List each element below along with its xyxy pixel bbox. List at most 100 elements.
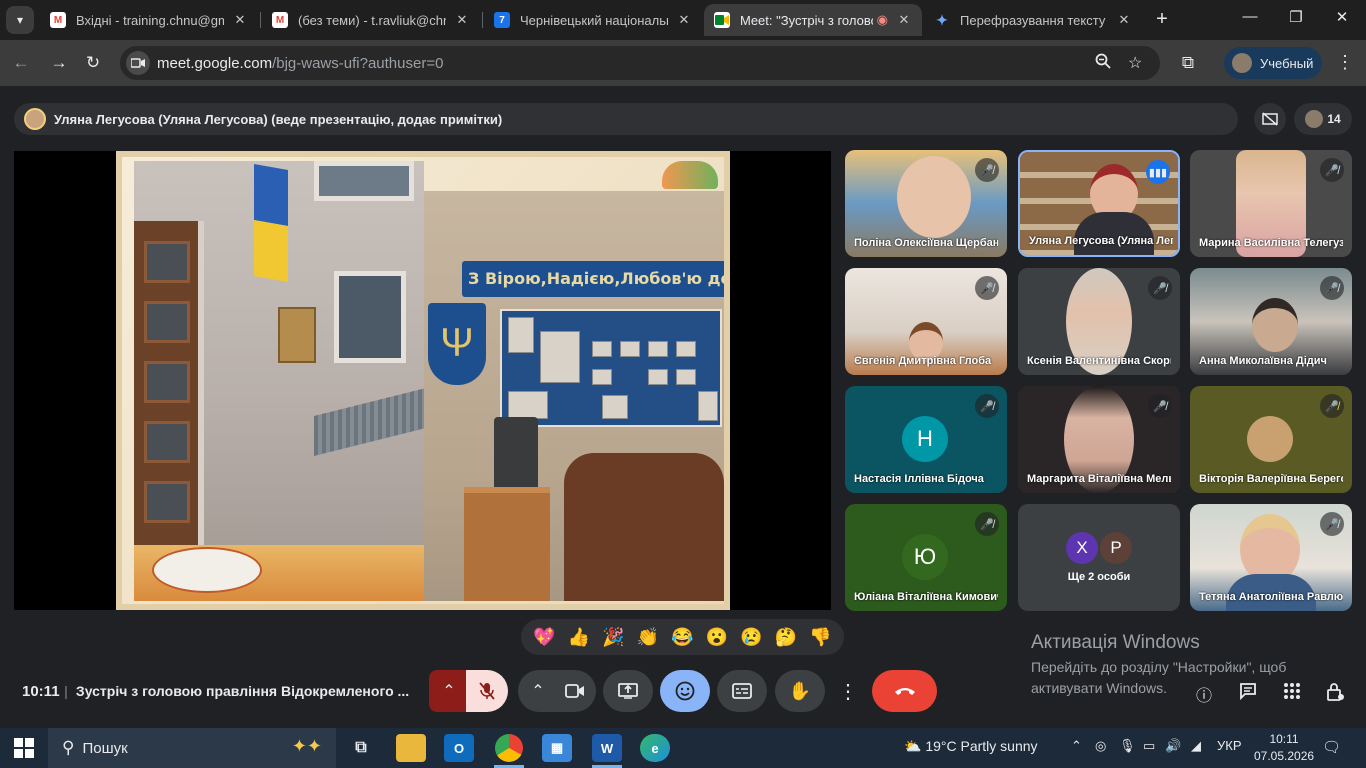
file-explorer-icon[interactable] xyxy=(396,734,426,762)
tab-title: Перефразування тексту пр xyxy=(960,12,1108,28)
chevron-up-icon: ⌃ xyxy=(442,683,456,700)
title-divider: | xyxy=(64,683,68,699)
restore-icon[interactable]: ❐ xyxy=(1284,8,1308,26)
close-tab-icon[interactable]: ✕ xyxy=(676,12,692,28)
reaction-heart-icon[interactable]: 💖 xyxy=(528,627,560,648)
show-hidden-icons-icon[interactable]: ⌃ xyxy=(1071,738,1082,754)
windows-start-icon[interactable] xyxy=(14,738,34,758)
task-view-icon[interactable]: ⧉ xyxy=(346,734,376,762)
camera-toggle-button[interactable] xyxy=(554,670,596,712)
present-screen-button[interactable] xyxy=(603,670,653,712)
reaction-sad-icon[interactable]: 😢 xyxy=(736,627,768,648)
minimize-icon[interactable]: — xyxy=(1238,8,1262,25)
forward-icon[interactable]: → xyxy=(46,50,72,76)
bookmark-star-icon[interactable]: ☆ xyxy=(1128,53,1142,73)
reaction-clap-icon[interactable]: 👏 xyxy=(632,627,664,648)
participants-button[interactable]: 14 xyxy=(1294,103,1352,135)
microphone-toggle-button[interactable] xyxy=(466,670,508,712)
reaction-thumbs-up-icon[interactable]: 👍 xyxy=(563,627,595,648)
door-pane xyxy=(144,241,190,283)
wifi-icon[interactable]: ◢ xyxy=(1191,738,1201,754)
participant-face xyxy=(897,156,971,238)
tab-gmail-message[interactable]: M (без теми) - t.ravliuk@chnu.e ✕ xyxy=(262,4,480,36)
participant-tile[interactable]: 🎤̸ Маргарита Віталіївна Мельник xyxy=(1018,386,1180,493)
close-tab-icon[interactable]: ✕ xyxy=(232,12,248,28)
browser-menu-icon[interactable]: ⋮ xyxy=(1336,52,1354,73)
chrome-icon[interactable] xyxy=(495,734,523,762)
participant-tile[interactable]: 🎤̸ Марина Василівна Телегуз xyxy=(1190,150,1352,257)
tab-meet-active[interactable]: Meet: "Зустріч з головою ◉ ✕ xyxy=(704,4,922,36)
system-date: 07.05.2026 xyxy=(1254,749,1315,763)
participant-tile[interactable]: Н 🎤̸ Настасія Іллівна Бідоча xyxy=(845,386,1007,493)
reaction-surprised-icon[interactable]: 😮 xyxy=(701,627,733,648)
board-photo xyxy=(620,341,640,357)
back-icon[interactable]: ← xyxy=(8,50,34,76)
tab-calendar[interactable]: 7 Чернівецький національний ✕ xyxy=(484,4,702,36)
volume-icon[interactable]: 🔊 xyxy=(1165,738,1181,754)
notifications-icon[interactable]: 🗨 xyxy=(1322,738,1341,756)
emoji-reactions-button[interactable] xyxy=(660,670,710,712)
close-tab-icon[interactable]: ✕ xyxy=(896,12,912,28)
participant-tile[interactable]: 🎤̸ Євгенія Дмитрівна Глоба xyxy=(845,268,1007,375)
participant-tile[interactable]: 🎤̸ Поліна Олексіївна Щербан xyxy=(845,150,1007,257)
raise-hand-button[interactable]: ✋ xyxy=(775,670,825,712)
building-window xyxy=(314,161,414,201)
input-language[interactable]: УКР xyxy=(1217,738,1242,753)
profile-button[interactable]: Учебный xyxy=(1224,47,1322,79)
new-tab-button[interactable]: + xyxy=(1150,8,1174,32)
participant-tile[interactable]: 🎤̸ Вікторія Валеріївна Берегова xyxy=(1190,386,1352,493)
reaction-party-icon[interactable]: 🎉 xyxy=(597,627,629,648)
reaction-laugh-icon[interactable]: 😂 xyxy=(666,627,698,648)
door-pane xyxy=(144,361,190,403)
host-controls-lock-icon[interactable] xyxy=(1323,682,1347,707)
chat-icon[interactable] xyxy=(1236,682,1260,705)
participant-tile[interactable]: Ю 🎤̸ Юліана Віталіївна Кимович xyxy=(845,504,1007,611)
participant-tile[interactable]: 🎤̸ Тетяна Анатоліївна Равлюк xyxy=(1190,504,1352,611)
taskbar-search-box[interactable]: ⚲ Пошук ✦✦ xyxy=(48,728,336,768)
captions-icon xyxy=(732,683,752,699)
board-photo xyxy=(676,369,696,385)
address-bar[interactable]: meet.google.com/bjg-waws-ufi?authuser=0 … xyxy=(120,46,1160,80)
audio-options-button[interactable]: ⌃ xyxy=(429,670,469,712)
door-pane xyxy=(144,301,190,343)
edge-icon[interactable]: e xyxy=(640,734,670,762)
reaction-thinking-icon[interactable]: 🤔 xyxy=(770,627,802,648)
weather-widget[interactable]: ⛅ 19°C Partly sunny xyxy=(904,738,1038,755)
captions-button[interactable] xyxy=(717,670,767,712)
extensions-icon[interactable]: ⧉ xyxy=(1175,50,1201,76)
participant-tile[interactable]: 🎤̸ Ксенія Валентинівна Скорик xyxy=(1018,268,1180,375)
participant-tile[interactable]: 🎤̸ Анна Миколаївна Дідич xyxy=(1190,268,1352,375)
meeting-details-icon[interactable]: ⓘ xyxy=(1192,682,1216,706)
site-info-icon[interactable] xyxy=(126,51,150,75)
mic-muted-icon: 🎤̸ xyxy=(975,276,999,300)
leave-call-button[interactable] xyxy=(872,670,937,712)
more-participants-tile[interactable]: Х Р Ще 2 особи xyxy=(1018,504,1180,611)
photo-board xyxy=(500,309,722,427)
meeting-title[interactable]: | Зустріч з головою правління Відокремлен… xyxy=(64,683,409,699)
video-options-button[interactable]: ⌃ xyxy=(518,670,558,712)
tab-gmail-inbox[interactable]: M Вхідні - training.chnu@gmail ✕ xyxy=(40,4,258,36)
participant-tile-speaking[interactable]: ▮▮▮ Уляна Легусова (Уляна Легусова) xyxy=(1018,150,1180,257)
wooden-cabinet xyxy=(464,487,550,601)
more-options-icon[interactable]: ⋮ xyxy=(832,670,864,712)
reload-icon[interactable]: ↻ xyxy=(80,50,106,76)
activities-grid-icon[interactable] xyxy=(1280,682,1304,705)
system-clock[interactable]: 10:11 07.05.2026 xyxy=(1254,731,1314,765)
tab-search-chevron-icon[interactable]: ▾ xyxy=(6,6,34,34)
hide-presentation-icon[interactable] xyxy=(1254,103,1286,135)
mic-muted-icon: 🎤̸ xyxy=(975,158,999,182)
mic-off-icon xyxy=(479,682,495,700)
outlook-icon[interactable]: O xyxy=(444,734,474,762)
reaction-thumbs-down-icon[interactable]: 👎 xyxy=(805,627,837,648)
participant-count: 14 xyxy=(1327,112,1341,126)
microsoft-store-icon[interactable]: ▦ xyxy=(542,734,572,762)
profile-avatar xyxy=(1232,53,1252,73)
door-pane xyxy=(144,421,190,463)
battery-icon[interactable]: ▭ xyxy=(1143,738,1155,754)
close-tab-icon[interactable]: ✕ xyxy=(1116,12,1132,28)
zoom-icon[interactable] xyxy=(1095,53,1111,74)
close-tab-icon[interactable]: ✕ xyxy=(454,12,470,28)
close-window-icon[interactable]: ✕ xyxy=(1330,8,1354,26)
tab-gemini[interactable]: ✦ Перефразування тексту пр ✕ xyxy=(924,4,1142,36)
word-icon[interactable]: W xyxy=(592,734,622,762)
